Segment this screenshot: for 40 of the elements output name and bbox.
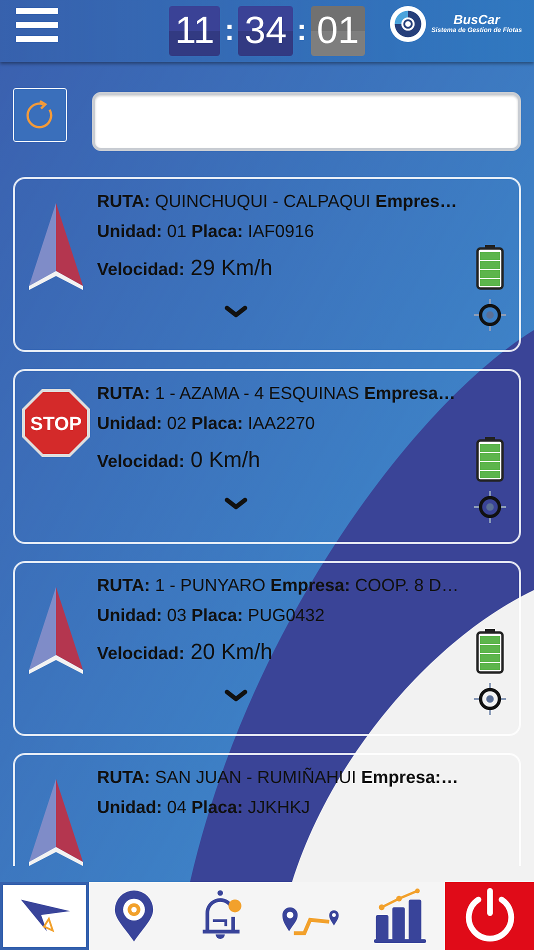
battery-icon — [476, 628, 504, 674]
direction-arrow-icon — [28, 585, 84, 675]
route-text: RUTA: QUINCHUQUI - CALPAQUI Empres… — [97, 191, 458, 211]
direction-arrow-icon — [28, 777, 84, 866]
route-text: RUTA: 1 - AZAMA - 4 ESQUINAS Empresa… — [97, 383, 457, 403]
speed-value: 29 Km/h — [190, 255, 272, 281]
stop-sign-icon: STOP — [21, 388, 91, 458]
clock-separator: : — [223, 14, 236, 48]
clock-digits: 11 — [169, 6, 220, 56]
speed-value: 20 Km/h — [190, 639, 272, 665]
clock-digits: 01 — [310, 6, 366, 56]
location-pin-icon — [114, 888, 154, 944]
battery-icon — [476, 244, 504, 290]
chevron-down-icon[interactable] — [224, 497, 248, 511]
chevron-down-icon[interactable] — [224, 305, 248, 319]
locate-target-icon[interactable] — [473, 682, 507, 716]
clock-separator: : — [296, 14, 308, 48]
logo-name: BusCar — [454, 13, 500, 27]
route-text: RUTA: 1 - PUNYARO Empresa: COOP. 8 D… — [97, 575, 460, 595]
direction-arrow-icon — [28, 201, 84, 291]
speed-label: Velocidad: — [97, 259, 185, 280]
locate-target-icon[interactable] — [473, 490, 507, 524]
unit-plate-text: Unidad: 02 Placa: IAA2270 — [97, 413, 316, 433]
clock-digits: 34 — [238, 6, 293, 56]
battery-icon — [476, 436, 504, 482]
locate-target-icon[interactable] — [473, 298, 507, 332]
unit-plate-text: Unidad: 03 Placa: PUG0432 — [97, 605, 326, 625]
speed-value: 0 Km/h — [190, 447, 260, 473]
unit-plate-text: Unidad: 04 Placa: JJKHKJ — [97, 797, 312, 817]
unit-plate-text: Unidad: 01 Placa: IAF0916 — [97, 221, 315, 241]
speed-label: Velocidad: — [97, 643, 185, 664]
power-button[interactable] — [445, 882, 534, 950]
search-field[interactable] — [92, 92, 521, 151]
bar-chart-icon — [372, 888, 428, 944]
speed-label: Velocidad: — [97, 451, 185, 472]
gauge-logo-icon — [389, 5, 428, 43]
chevron-down-icon[interactable] — [224, 689, 248, 703]
refresh-button[interactable] — [13, 88, 67, 142]
menu-icon[interactable] — [16, 8, 60, 42]
nav-tab[interactable] — [0, 882, 89, 950]
